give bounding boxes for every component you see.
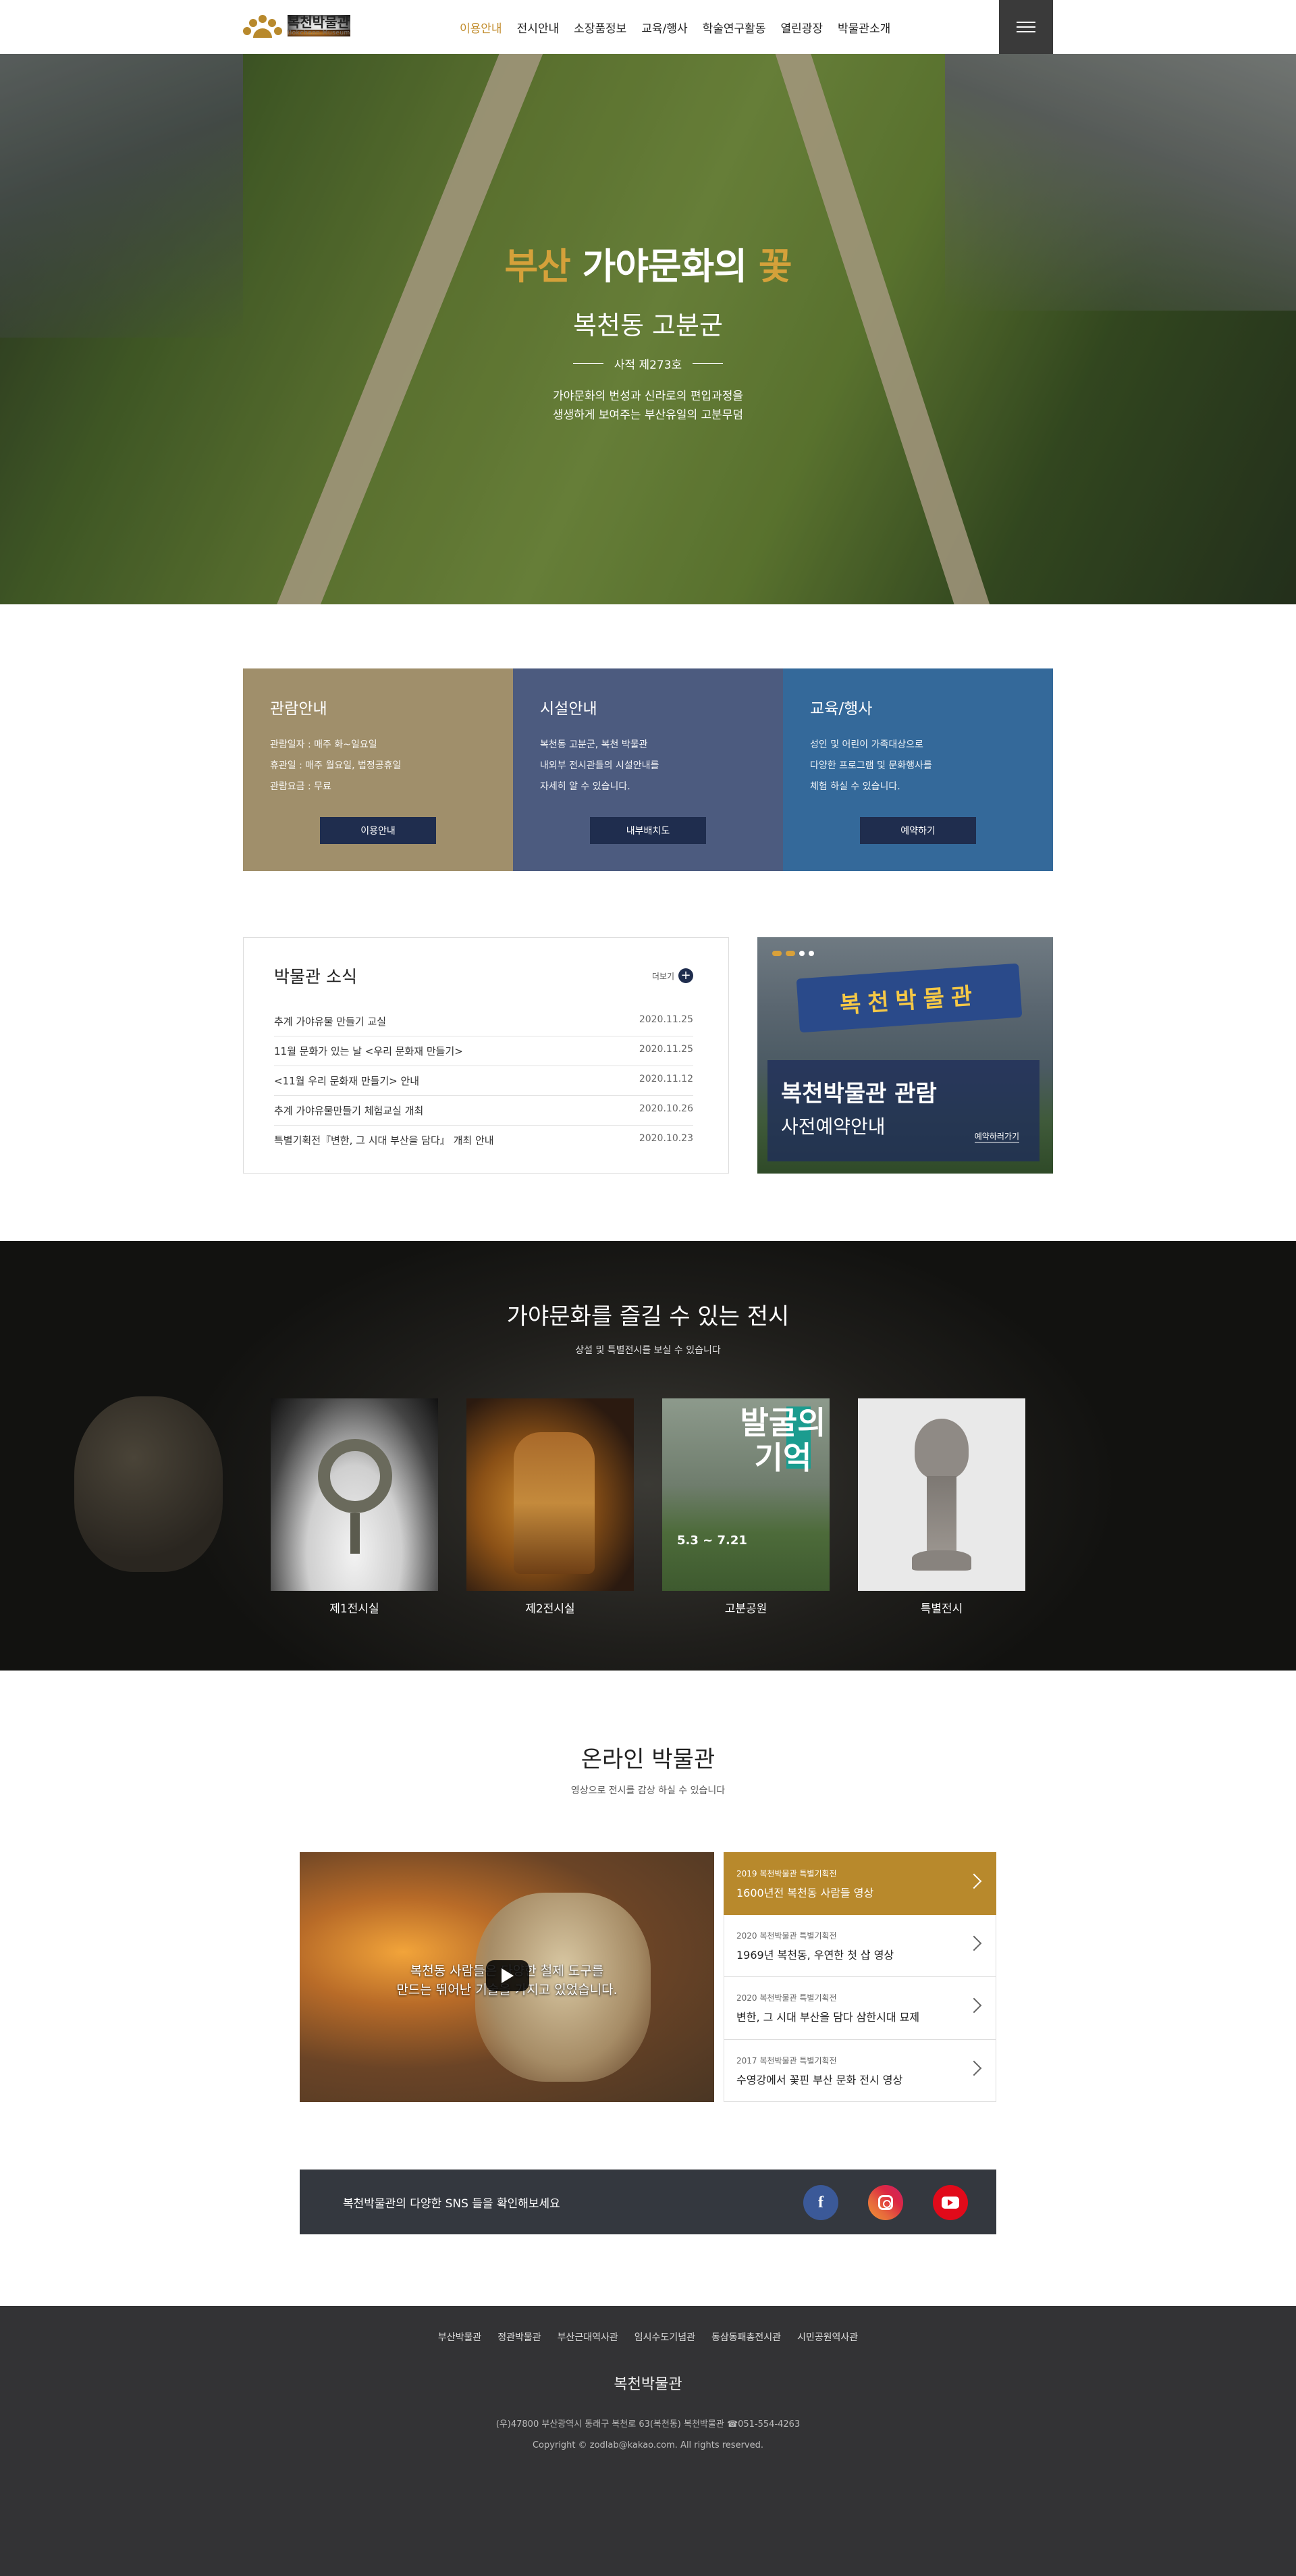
hero-badge: 사적 제273호	[0, 355, 1296, 372]
hero-banner: 부산 가야문화의 꽃 복천동 고분군 사적 제273호 가야문화의 번성과 신라…	[0, 54, 1296, 604]
hamburger-icon	[1017, 22, 1035, 23]
sns-bar: 복천박물관의 다양한 SNS 들을 확인해보세요 f	[300, 2170, 996, 2234]
reservation-banner[interactable]: 복천박물관 복천박물관 관람 사전예약안내 예약하러가기	[757, 937, 1053, 1174]
exhibit-thumbnail	[858, 1398, 1025, 1591]
logo-icon	[243, 14, 282, 38]
exhibit-thumbnail	[271, 1398, 438, 1591]
nav-item-education[interactable]: 교육/행사	[634, 19, 695, 36]
usage-guide-button[interactable]: 이용안내	[320, 817, 436, 844]
reserve-button[interactable]: 예약하기	[860, 817, 976, 844]
online-museum-section: 온라인 박물관 영상으로 전시를 감상 하실 수 있습니다 복천동 사람들은 다…	[0, 1671, 1296, 2234]
hero-text: 부산 가야문화의 꽃 복천동 고분군 사적 제273호 가야문화의 번성과 신라…	[0, 236, 1296, 425]
instagram-icon[interactable]	[868, 2185, 903, 2220]
family-site-links: 부산박물관 정관박물관 부산근대역사관 임시수도기념관 동삼동패총전시관 시민공…	[0, 2330, 1296, 2344]
footer-link[interactable]: 임시수도기념관	[634, 2330, 695, 2344]
news-item[interactable]: <11월 우리 문화재 만들기> 안내 2020.11.12	[274, 1066, 693, 1096]
exhibit-thumbnail	[466, 1398, 634, 1591]
video-list: 2019 복천박물관 특별기획전 1600년전 복천동 사람들 영상 2020 …	[724, 1852, 996, 2102]
hero-description: 가야문화의 번성과 신라로의 편입과정을 생생하게 보여주는 부산유일의 고분무…	[552, 390, 744, 422]
nav-item-research[interactable]: 학술연구활동	[695, 19, 774, 36]
card-title: 교육/행사	[810, 700, 873, 718]
video-list-item[interactable]: 2019 복천박물관 특별기획전 1600년전 복천동 사람들 영상	[724, 1852, 996, 1915]
nav-item-about[interactable]: 박물관소개	[830, 19, 898, 36]
exhibition-subtitle: 상설 및 특별전시를 보실 수 있습니다	[575, 1345, 721, 1356]
facebook-icon[interactable]: f	[803, 2185, 838, 2220]
exhibit-item-hall1[interactable]: 제1전시실	[271, 1398, 438, 1616]
news-board: 박물관 소식 더보기 + 추계 가야유물 만들기 교실 2020.11.25 11월…	[243, 937, 729, 1174]
youtube-icon[interactable]	[933, 2185, 968, 2220]
hero-title: 부산 가야문화의 꽃	[504, 244, 792, 288]
reserve-link[interactable]: 예약하러가기	[974, 1130, 1019, 1142]
reserve-title: 복천박물관 관람	[781, 1080, 937, 1107]
video-player[interactable]: 복천동 사람들은 다양한 철제 도구를 만드는 뛰어난 기술을 가지고 있었습니…	[300, 1852, 714, 2102]
site-footer: 부산박물관 정관박물관 부산근대역사관 임시수도기념관 동삼동패총전시관 시민공…	[0, 2306, 1296, 2576]
floor-plan-button[interactable]: 내부배치도	[590, 817, 706, 844]
exhibition-section: 가야문화를 즐길 수 있는 전시 상설 및 특별전시를 보실 수 있습니다 제1…	[0, 1241, 1296, 1671]
play-icon[interactable]	[486, 1960, 529, 1991]
exhibit-item-special[interactable]: 특별전시	[858, 1398, 1025, 1616]
main-nav: 이용안내 전시안내 소장품정보 교육/행사 학술연구활동 열린광장 박물관소개	[452, 0, 898, 54]
hamburger-menu-button[interactable]	[999, 0, 1053, 54]
news-item[interactable]: 추계 가야유물 만들기 교실 2020.11.25	[274, 1007, 693, 1036]
sns-text: 복천박물관의 다양한 SNS 들을 확인해보세요	[343, 2197, 560, 2211]
nav-item-open-plaza[interactable]: 열린광장	[773, 19, 830, 36]
news-item[interactable]: 11월 문화가 있는 날 <우리 문화재 만들기> 2020.11.25	[274, 1036, 693, 1066]
exhibition-title: 가야문화를 즐길 수 있는 전시	[506, 1303, 790, 1330]
exhibit-item-park[interactable]: 발굴의 기억 5.3 ~ 7.21 고분공원	[662, 1398, 830, 1616]
logo-sub: Bokcheon Museum	[288, 30, 350, 36]
footer-link[interactable]: 동삼동패총전시관	[711, 2330, 781, 2344]
site-header: 복천박물관 Bokcheon Museum 이용안내 전시안내 소장품정보 교육…	[0, 0, 1296, 54]
plus-icon: +	[678, 968, 693, 983]
exhibit-thumbnail: 발굴의 기억 5.3 ~ 7.21	[662, 1398, 830, 1591]
hero-subtitle: 복천동 고분군	[573, 311, 723, 340]
news-item[interactable]: 추계 가야유물만들기 체험교실 개최 2020.10.26	[274, 1096, 693, 1126]
info-card-facility: 시설안내 복천동 고분군, 복천 박물관 내외부 전시관들의 시설안내를 자세히…	[513, 668, 783, 871]
museum-sign-image: 복천박물관	[796, 963, 1023, 1033]
news-more-link[interactable]: 더보기 +	[652, 968, 693, 983]
slider-indicator[interactable]	[772, 951, 814, 956]
footer-link[interactable]: 부산박물관	[438, 2330, 481, 2344]
nav-item-usage[interactable]: 이용안내	[452, 19, 510, 36]
footer-logo: 복천박물관	[614, 2376, 682, 2393]
info-card-admission: 관람안내 관람일자 : 매주 화~일요일 휴관일 : 매주 월요일, 법정공휴일…	[243, 668, 513, 871]
exhibit-item-hall2[interactable]: 제2전시실	[466, 1398, 634, 1616]
footer-link[interactable]: 정관박물관	[497, 2330, 541, 2344]
video-list-item[interactable]: 2020 복천박물관 특별기획전 변한, 그 시대 부산을 담다 삼한시대 묘제	[724, 1977, 996, 2040]
footer-link[interactable]: 시민공원역사관	[797, 2330, 858, 2344]
footer-link[interactable]: 부산근대역사관	[558, 2330, 618, 2344]
video-list-item[interactable]: 2020 복천박물관 특별기획전 1969년 복천동, 우연한 첫 삽 영상	[724, 1914, 996, 1977]
online-subtitle: 영상으로 전시를 감상 하실 수 있습니다	[570, 1785, 726, 1796]
news-title: 박물관 소식	[274, 967, 357, 987]
news-section: 박물관 소식 더보기 + 추계 가야유물 만들기 교실 2020.11.25 11월…	[0, 871, 1296, 1174]
info-card-education: 교육/행사 성인 및 어린이 가족대상으로 다양한 프로그램 및 문화행사를 체…	[783, 668, 1053, 871]
footer-copyright: Copyright © zodlab@kakao.com. All rights…	[532, 2440, 763, 2450]
card-title: 관람안내	[270, 700, 327, 718]
footer-address: (우)47800 부산광역시 동래구 복천로 63(복천동) 복천박물관 ☎05…	[495, 2419, 801, 2429]
nav-item-collection[interactable]: 소장품정보	[566, 19, 634, 36]
nav-item-exhibition[interactable]: 전시안내	[510, 19, 567, 36]
online-title: 온라인 박물관	[580, 1746, 716, 1773]
card-title: 시설안내	[540, 700, 597, 718]
video-list-item[interactable]: 2017 복천박물관 특별기획전 수영강에서 꽃핀 부산 문화 전시 영상	[724, 2039, 996, 2102]
logo-name: 복천박물관	[288, 14, 350, 30]
news-item[interactable]: 특별기획전『변한, 그 시대 부산을 담다』 개최 안내 2020.10.23	[274, 1126, 693, 1155]
site-logo[interactable]: 복천박물관 Bokcheon Museum	[243, 14, 350, 38]
info-section: 관람안내 관람일자 : 매주 화~일요일 휴관일 : 매주 월요일, 법정공휴일…	[0, 604, 1296, 871]
